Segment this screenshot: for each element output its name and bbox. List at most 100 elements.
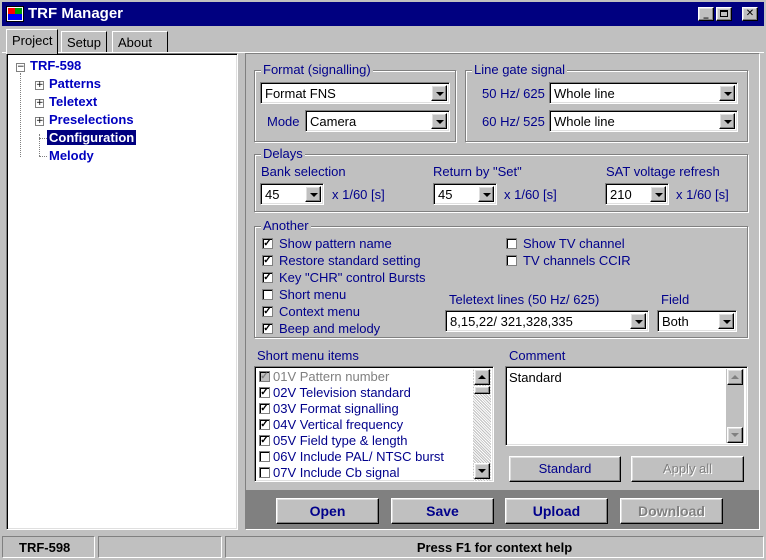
hz60-select[interactable]: Whole line [549, 110, 738, 132]
checkbox[interactable] [506, 255, 517, 266]
checkbox[interactable]: ✓ [259, 387, 270, 398]
tab-about[interactable]: About [112, 31, 168, 53]
dropdown-arrow-icon[interactable] [630, 313, 646, 329]
return-value: 45 [438, 187, 453, 202]
comment-text: Standard [509, 370, 562, 385]
field-select[interactable]: Both [657, 310, 737, 332]
mode-select[interactable]: Camera [305, 110, 450, 132]
apply-all-button[interactable]: Apply all [631, 456, 744, 482]
item-label: 03V Format signalling [273, 401, 399, 416]
tree-item-patterns[interactable]: Patterns [49, 76, 101, 91]
checkbox[interactable]: ✓ [262, 255, 273, 266]
checkbox[interactable]: ✓ [259, 403, 270, 414]
item-label: 06V Include PAL/ NTSC burst [273, 449, 445, 464]
bank-select[interactable]: 45 [260, 183, 324, 205]
checkbox[interactable] [259, 467, 270, 478]
checkbox[interactable] [262, 289, 273, 300]
field-label: Field [661, 292, 690, 307]
hz50-label: 50 Hz/ 625 [482, 86, 545, 101]
dropdown-arrow-icon[interactable] [719, 85, 735, 101]
download-button[interactable]: Download [620, 498, 723, 524]
scroll-down-icon[interactable] [727, 427, 743, 443]
tree-item-melody[interactable]: Melody [49, 148, 94, 163]
item-label: 01V Pattern number [273, 369, 390, 384]
another-group-label: Another [261, 218, 311, 233]
mode-value: Camera [310, 114, 357, 129]
mode-label: Mode [267, 114, 300, 129]
return-label: Return by "Set" [433, 164, 522, 179]
scroll-up-icon[interactable] [474, 369, 490, 385]
scroll-up-icon[interactable] [727, 369, 743, 385]
open-button[interactable]: Open [276, 498, 379, 524]
item-label: 04V Vertical frequency [273, 417, 404, 432]
minimize-icon: _ [703, 8, 709, 19]
list-scrollbar[interactable] [473, 369, 491, 481]
return-unit: x 1/60 [s] [504, 187, 557, 202]
check-label: Show TV channel [523, 236, 625, 251]
format-value: Format FNS [265, 86, 336, 101]
title-bar[interactable]: TRF Manager _ ✕ [2, 2, 764, 26]
hz60-label: 60 Hz/ 525 [482, 114, 545, 129]
hz50-select[interactable]: Whole line [549, 82, 738, 104]
check-label: Show pattern name [279, 236, 392, 251]
dropdown-arrow-icon[interactable] [718, 313, 734, 329]
dropdown-arrow-icon[interactable] [650, 186, 666, 202]
checkbox[interactable]: ✓ [262, 272, 273, 283]
format-select[interactable]: Format FNS [260, 82, 450, 104]
tab-project[interactable]: Project [6, 29, 59, 54]
item-label: 07V Include Cb signal [273, 465, 400, 480]
checkbox[interactable]: ✓ [259, 419, 270, 430]
dropdown-arrow-icon[interactable] [478, 186, 494, 202]
expand-icon[interactable]: + [35, 81, 44, 90]
checkbox[interactable] [506, 238, 517, 249]
check-label: TV channels CCIR [523, 253, 631, 268]
status-device: TRF-598 [2, 536, 95, 558]
teletext-select[interactable]: 8,15,22/ 321,328,335 [445, 310, 649, 332]
maximize-button[interactable] [716, 7, 732, 21]
sat-label: SAT voltage refresh [606, 164, 720, 179]
field-value: Both [662, 314, 689, 329]
dropdown-arrow-icon[interactable] [305, 186, 321, 202]
tree-item-teletext[interactable]: Teletext [49, 94, 97, 109]
dropdown-arrow-icon[interactable] [719, 113, 735, 129]
tab-setup[interactable]: Setup [61, 31, 107, 53]
tree-item-preselections[interactable]: Preselections [49, 112, 134, 127]
scroll-down-icon[interactable] [474, 463, 490, 479]
save-button[interactable]: Save [391, 498, 494, 524]
check-label: Context menu [279, 304, 360, 319]
expand-icon[interactable]: + [35, 117, 44, 126]
teletext-label: Teletext lines (50 Hz/ 625) [449, 292, 600, 307]
expand-icon[interactable]: + [35, 99, 44, 108]
comment-textarea[interactable]: Standard [505, 366, 748, 446]
app-icon[interactable] [6, 6, 24, 22]
scroll-thumb[interactable] [474, 386, 490, 394]
comment-scrollbar[interactable] [726, 369, 744, 443]
upload-button[interactable]: Upload [505, 498, 608, 524]
teletext-value: 8,15,22/ 321,328,335 [450, 314, 573, 329]
sat-select[interactable]: 210 [605, 183, 669, 205]
dropdown-arrow-icon[interactable] [431, 113, 447, 129]
collapse-icon[interactable]: − [16, 63, 25, 72]
checkbox[interactable]: ✓ [262, 238, 273, 249]
tree-root[interactable]: TRF-598 [30, 58, 81, 73]
short-menu-list[interactable]: ✓ 01V Pattern number ✓ 02V Television stan… [254, 366, 494, 482]
bank-label: Bank selection [261, 164, 346, 179]
checkbox[interactable]: ✓ [259, 435, 270, 446]
checkbox[interactable] [259, 451, 270, 462]
sat-value: 210 [610, 187, 632, 202]
dropdown-arrow-icon[interactable] [431, 85, 447, 101]
check-label: Key "CHR" control Bursts [279, 270, 426, 285]
project-tree[interactable]: − TRF-598 + Patterns + Teletext + Presel… [6, 53, 238, 530]
close-button[interactable]: ✕ [742, 7, 758, 21]
return-select[interactable]: 45 [433, 183, 497, 205]
checkbox: ✓ [259, 371, 270, 382]
checkbox[interactable]: ✓ [262, 323, 273, 334]
maximize-icon [720, 10, 728, 17]
hz60-value: Whole line [554, 114, 615, 129]
tree-item-configuration[interactable]: Configuration [47, 130, 137, 145]
standard-button[interactable]: Standard [509, 456, 621, 482]
status-panel-empty [98, 536, 222, 558]
minimize-button[interactable]: _ [698, 7, 714, 21]
item-label: 05V Field type & length [273, 433, 408, 448]
checkbox[interactable]: ✓ [262, 306, 273, 317]
